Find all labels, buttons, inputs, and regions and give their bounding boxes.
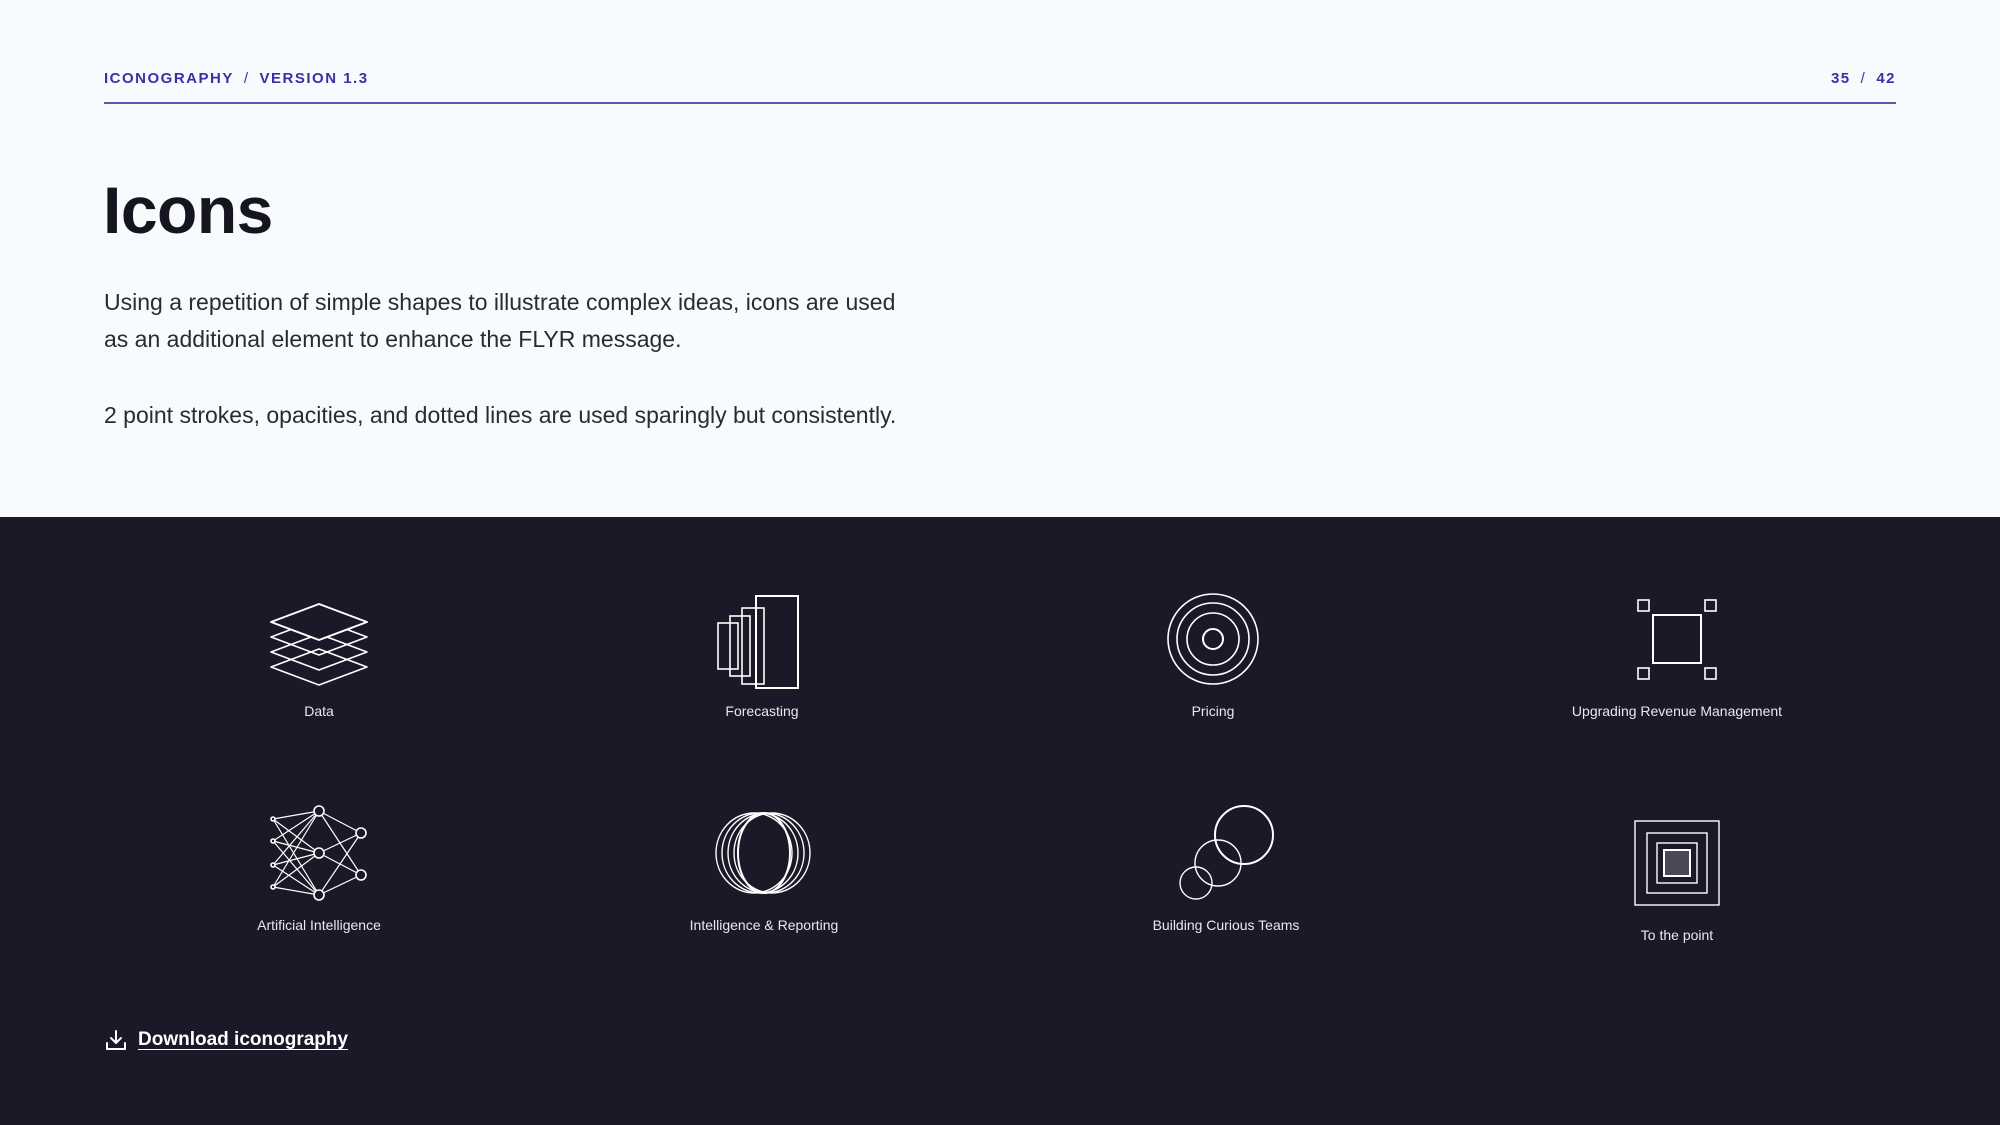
stacked-rectangles-icon: [717, 595, 799, 689]
icon-label-upgrading-revenue-management: Upgrading Revenue Management: [1571, 703, 1783, 719]
page-total: 42: [1876, 69, 1896, 87]
icon-item-pricing: Pricing: [1013, 589, 1413, 719]
icon-label-pricing: Pricing: [1191, 703, 1235, 719]
download-icon: [106, 1030, 126, 1050]
page-title: Icons: [103, 173, 273, 247]
breadcrumb-section: ICONOGRAPHY: [104, 69, 234, 87]
breadcrumb-separator: /: [243, 69, 250, 87]
target-icon: [1167, 593, 1259, 685]
page-separator: /: [1860, 69, 1867, 87]
icon-label-artificial-intelligence: Artificial Intelligence: [257, 917, 381, 933]
breadcrumb: ICONOGRAPHY / VERSION 1.3: [104, 70, 369, 87]
description-paragraph-2: 2 point strokes, opacities, and dotted l…: [104, 402, 897, 428]
icon-item-building-curious-teams: Building Curious Teams: [1026, 803, 1426, 933]
page-counter: 35 / 42: [1831, 70, 1896, 87]
ascending-circles-icon: [1179, 805, 1274, 900]
selection-square-icon: [1637, 599, 1717, 680]
nested-squares-icon: [1634, 820, 1720, 906]
layers-icon: [270, 603, 368, 686]
icon-label-building-curious-teams: Building Curious Teams: [1152, 917, 1300, 933]
icon-label-intelligence-reporting: Intelligence & Reporting: [689, 917, 839, 933]
icon-item-data: Data: [119, 589, 519, 719]
icon-label-forecasting: Forecasting: [725, 703, 799, 719]
breadcrumb-version: VERSION 1.3: [259, 69, 369, 87]
icon-item-to-the-point: To the point: [1477, 813, 1877, 943]
neural-network-icon: [270, 805, 367, 901]
icon-item-artificial-intelligence: Artificial Intelligence: [119, 803, 519, 933]
icon-label-data: Data: [304, 703, 334, 719]
download-iconography-link[interactable]: Download iconography: [104, 1028, 348, 1052]
icon-item-upgrading-revenue-management: Upgrading Revenue Management: [1477, 589, 1877, 719]
page-current: 35: [1830, 69, 1851, 87]
icon-item-forecasting: Forecasting: [562, 589, 962, 719]
overlapping-ellipses-icon: [715, 812, 811, 894]
description-paragraph-1: Using a repetition of simple shapes to i…: [104, 289, 896, 352]
icon-label-to-the-point: To the point: [1640, 927, 1714, 943]
page-header: ICONOGRAPHY / VERSION 1.3 35 / 42: [104, 68, 1896, 104]
download-iconography-label[interactable]: Download iconography: [138, 1029, 348, 1051]
icon-item-intelligence-reporting: Intelligence & Reporting: [564, 803, 964, 933]
intro-section: ICONOGRAPHY / VERSION 1.3 35 / 42 Icons …: [0, 0, 2000, 517]
